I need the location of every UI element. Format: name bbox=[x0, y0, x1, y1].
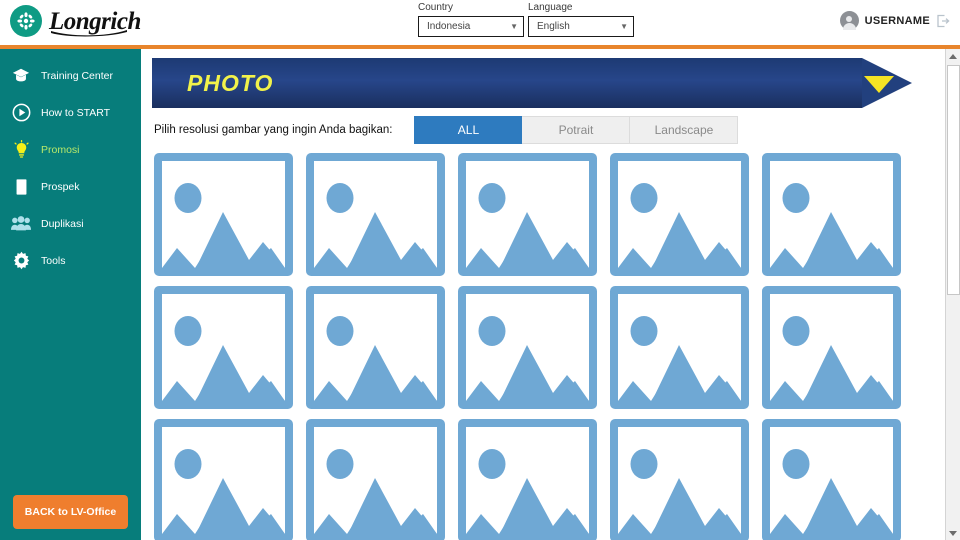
sidebar-item-label: Prospek bbox=[41, 180, 80, 193]
user-avatar-icon bbox=[839, 11, 859, 30]
scrollbar-thumb[interactable] bbox=[947, 65, 960, 295]
vertical-scrollbar[interactable] bbox=[945, 49, 960, 540]
tab-label: Landscape bbox=[654, 123, 714, 137]
user-account-area[interactable]: USERNAME bbox=[839, 11, 950, 30]
resolution-filter-row: Pilih resolusi gambar yang ingin Anda ba… bbox=[154, 116, 944, 144]
broken-image-placeholder-icon bbox=[154, 419, 293, 540]
sidebar-item-duplikasi[interactable]: Duplikasi bbox=[0, 205, 141, 242]
gear-icon bbox=[11, 251, 31, 271]
tab-label: ALL bbox=[457, 123, 480, 137]
broken-image-placeholder-icon bbox=[154, 153, 293, 276]
gallery-item[interactable] bbox=[152, 418, 295, 540]
broken-image-placeholder-icon bbox=[154, 286, 293, 409]
broken-image-placeholder-icon bbox=[762, 286, 901, 409]
page-title: PHOTO bbox=[187, 70, 274, 96]
broken-image-placeholder-icon bbox=[762, 153, 901, 276]
sidebar-item-promosi[interactable]: Promosi bbox=[0, 131, 141, 168]
language-label: Language bbox=[528, 2, 573, 13]
gallery-item[interactable] bbox=[304, 152, 447, 284]
broken-image-placeholder-icon bbox=[458, 286, 597, 409]
lightbulb-icon bbox=[11, 140, 31, 160]
gallery-item[interactable] bbox=[608, 285, 751, 417]
sidebar-item-how-to-start[interactable]: How to START bbox=[0, 94, 141, 131]
play-circle-icon bbox=[11, 103, 31, 123]
main-content-area: PHOTO Pilih resolusi gambar yang ingin A… bbox=[141, 49, 945, 540]
chevron-down-icon: ▼ bbox=[510, 21, 518, 31]
caret-down-icon[interactable] bbox=[864, 76, 894, 93]
brand-logo[interactable]: Longrich bbox=[10, 5, 141, 37]
country-select[interactable]: Indonesia ▼ bbox=[418, 16, 524, 37]
resolution-filter-label: Pilih resolusi gambar yang ingin Anda ba… bbox=[154, 124, 393, 136]
gallery-item[interactable] bbox=[304, 418, 447, 540]
gallery-item[interactable] bbox=[608, 418, 751, 540]
longrich-flower-emblem-icon bbox=[10, 5, 42, 37]
broken-image-placeholder-icon bbox=[762, 419, 901, 540]
language-select[interactable]: English ▼ bbox=[528, 16, 634, 37]
photo-gallery-grid bbox=[152, 152, 927, 540]
tab-label: Potrait bbox=[558, 123, 594, 137]
brand-underline-swoosh-icon bbox=[51, 29, 127, 36]
broken-image-placeholder-icon bbox=[610, 419, 749, 540]
broken-image-placeholder-icon bbox=[458, 419, 597, 540]
gallery-item[interactable] bbox=[304, 285, 447, 417]
country-value: Indonesia bbox=[427, 21, 471, 32]
gallery-item[interactable] bbox=[456, 285, 599, 417]
gallery-item[interactable] bbox=[456, 152, 599, 284]
page-banner: PHOTO bbox=[152, 58, 912, 108]
gallery-item[interactable] bbox=[152, 285, 295, 417]
broken-image-placeholder-icon bbox=[610, 153, 749, 276]
resolution-tab-group: ALL Potrait Landscape bbox=[414, 116, 739, 144]
sidebar-item-label: Training Center bbox=[41, 69, 113, 82]
sidebar-item-training-center[interactable]: Training Center bbox=[0, 57, 141, 94]
logout-icon[interactable] bbox=[936, 14, 950, 28]
back-button-label: BACK to LV-Office bbox=[24, 506, 117, 518]
country-selector-group: Country Indonesia ▼ bbox=[418, 2, 524, 37]
broken-image-placeholder-icon bbox=[306, 153, 445, 276]
scroll-up-arrow-icon[interactable] bbox=[946, 49, 960, 63]
language-value: English bbox=[537, 21, 570, 32]
gallery-item[interactable] bbox=[760, 152, 903, 284]
tab-landscape[interactable]: Landscape bbox=[630, 116, 739, 144]
graduation-cap-icon bbox=[11, 66, 31, 86]
back-to-lv-office-button[interactable]: BACK to LV-Office bbox=[13, 495, 128, 529]
language-selector-group: Language English ▼ bbox=[528, 2, 634, 37]
tab-potrait[interactable]: Potrait bbox=[522, 116, 631, 144]
broken-image-placeholder-icon bbox=[610, 286, 749, 409]
tab-all[interactable]: ALL bbox=[414, 116, 523, 144]
sidebar-item-label: How to START bbox=[41, 106, 111, 119]
brand-name: Longrich bbox=[49, 9, 141, 36]
app-window: Longrich Country Indonesia ▼ Language En… bbox=[0, 0, 960, 540]
chevron-down-icon: ▼ bbox=[620, 21, 628, 31]
broken-image-placeholder-icon bbox=[306, 419, 445, 540]
gallery-item[interactable] bbox=[760, 418, 903, 540]
sidebar-item-label: Promosi bbox=[41, 143, 80, 156]
gallery-item[interactable] bbox=[608, 152, 751, 284]
sidebar-item-tools[interactable]: Tools bbox=[0, 242, 141, 279]
gallery-item[interactable] bbox=[760, 285, 903, 417]
scroll-down-arrow-icon[interactable] bbox=[946, 526, 960, 540]
gallery-item[interactable] bbox=[152, 152, 295, 284]
broken-image-placeholder-icon bbox=[306, 286, 445, 409]
document-icon bbox=[11, 177, 31, 197]
sidebar-nav: Training Center How to START Promosi Pro… bbox=[0, 49, 141, 540]
people-group-icon bbox=[11, 214, 31, 234]
gallery-item[interactable] bbox=[456, 418, 599, 540]
sidebar-item-prospek[interactable]: Prospek bbox=[0, 168, 141, 205]
sidebar-item-label: Tools bbox=[41, 254, 66, 267]
username-label: USERNAME bbox=[864, 14, 930, 27]
sidebar-item-label: Duplikasi bbox=[41, 217, 84, 230]
broken-image-placeholder-icon bbox=[458, 153, 597, 276]
country-label: Country bbox=[418, 2, 454, 13]
top-header-bar: Longrich Country Indonesia ▼ Language En… bbox=[0, 0, 960, 45]
sidebar-item-list: Training Center How to START Promosi Pro… bbox=[0, 57, 141, 279]
